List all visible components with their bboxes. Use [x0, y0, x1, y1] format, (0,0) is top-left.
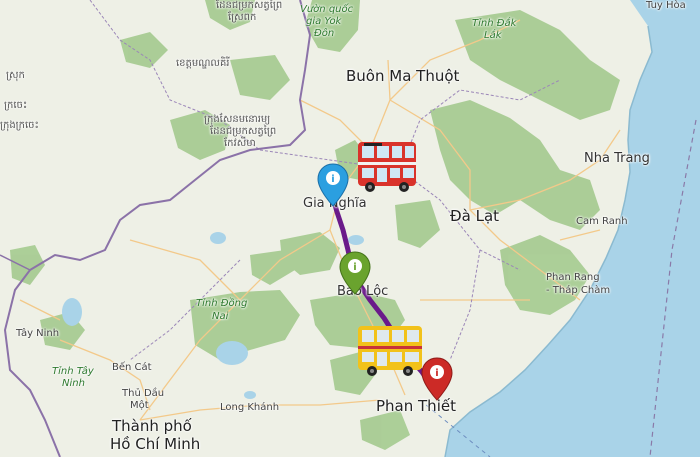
map-pin-icon: i	[421, 357, 453, 401]
pin-bao-loc[interactable]: i	[338, 250, 372, 296]
info-icon: i	[435, 368, 438, 379]
city-ben-cat: Bến Cát	[112, 362, 152, 373]
khmer-label-1: ដែនជម្រកសត្វព្រៃ	[216, 0, 283, 11]
city-buon-ma-thuot: Buôn Ma Thuột	[346, 67, 460, 85]
khmer-label-2: ស្រែពក	[228, 12, 257, 23]
city-tuy-hoa: Tuy Hòa	[646, 0, 686, 11]
region-dong-nai-line1: Tỉnh Đồng	[196, 298, 248, 309]
khmer-label-6: កែវសីមា	[224, 138, 256, 149]
city-ho-chi-minh-line1: Thành phố	[112, 417, 192, 435]
khmer-label-5: ដែនជម្រកសត្វព្រៃ	[210, 126, 277, 137]
park-yok-don-line2: gia Yok	[306, 16, 342, 27]
khmer-label-3: ខេត្តមណ្ឌលគិរី	[176, 58, 230, 69]
park-yok-don-line1: Vườn quốc	[300, 4, 354, 15]
khmer-label-7: ស្រុក	[6, 70, 25, 81]
map-pin-icon: i	[339, 251, 371, 295]
region-tay-ninh-line2: Ninh	[62, 378, 85, 389]
region-dak-lak-line2: Lắk	[484, 30, 502, 41]
map-pin-icon: i	[317, 163, 349, 207]
city-thu-dau-mot-line2: Một	[130, 400, 149, 411]
pin-gia-nghia[interactable]: i	[316, 162, 350, 208]
region-dak-lak-line1: Tỉnh Đắk	[472, 18, 517, 29]
khmer-label-4: ក្រុងសែនមនោរម្យ	[204, 114, 271, 125]
bus-icon-yellow[interactable]	[356, 322, 426, 382]
city-cam-ranh: Cam Ranh	[576, 216, 628, 227]
city-tay-ninh: Tây Ninh	[16, 328, 60, 339]
city-ho-chi-minh-line2: Hồ Chí Minh	[110, 435, 201, 453]
park-yok-don-line3: Đôn	[314, 28, 335, 39]
khmer-label-9: ក្រុងក្រចេះ	[0, 120, 39, 131]
city-phan-rang-line1: Phan Rang	[546, 272, 600, 283]
city-da-lat: Đà Lạt	[450, 207, 500, 225]
region-dong-nai-line2: Nai	[212, 311, 229, 322]
city-nha-trang: Nha Trang	[584, 151, 650, 166]
pin-phan-thiet[interactable]: i	[420, 356, 454, 402]
info-icon: i	[353, 262, 356, 273]
map-view[interactable]: Buôn Ma Thuột Gia Nghĩa Đà Lạt Bảo Lộc P…	[0, 0, 700, 457]
region-tay-ninh-line1: Tỉnh Tây	[52, 366, 94, 377]
bus-icon-red[interactable]	[356, 138, 420, 198]
info-icon: i	[331, 174, 334, 185]
city-phan-rang-line2: - Tháp Chàm	[546, 285, 611, 296]
city-thu-dau-mot-line1: Thủ Dầu	[122, 388, 165, 399]
khmer-label-8: ក្រចេះ	[4, 100, 28, 111]
city-long-khanh: Long Khánh	[220, 402, 280, 413]
